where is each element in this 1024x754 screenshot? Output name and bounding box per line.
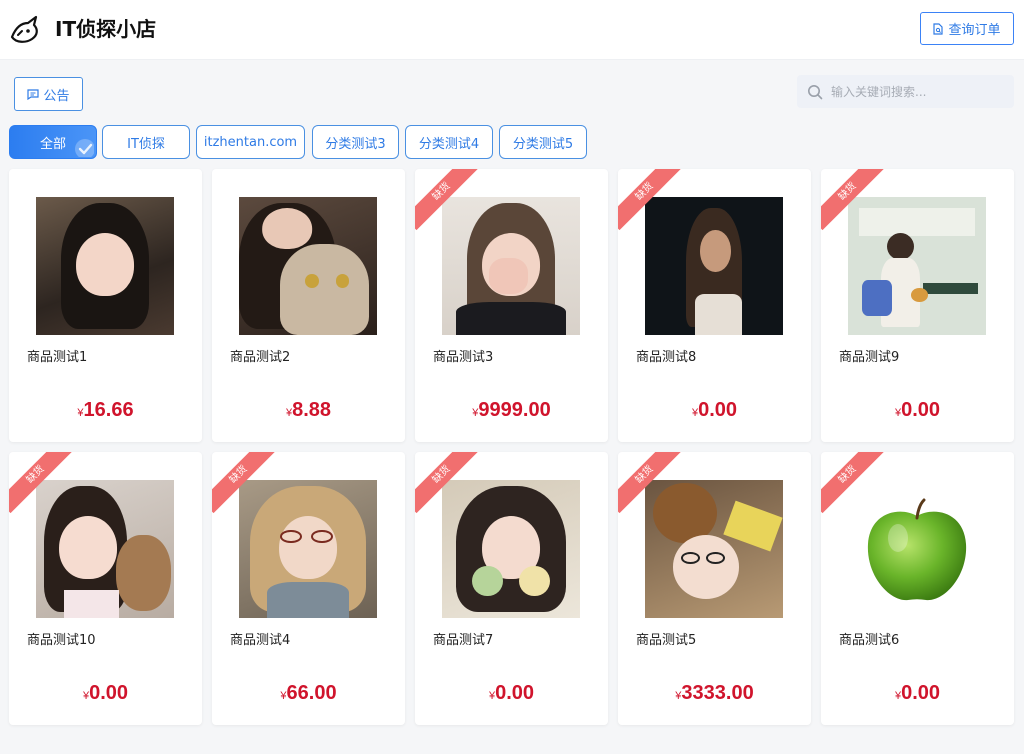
tab-label: 全部 xyxy=(39,136,66,152)
tab-label: itzhentan.com xyxy=(203,134,298,150)
top-header: IT侦探小店 查询订单 xyxy=(0,0,1024,60)
product-image xyxy=(36,480,174,618)
product-name: 商品测试5 xyxy=(636,633,697,648)
query-order-label: 查询订单 xyxy=(948,23,1001,38)
product-name: 商品测试7 xyxy=(433,633,494,648)
shop-title: IT侦探小店 xyxy=(55,17,157,41)
tab-label: 分类测试3 xyxy=(325,136,386,152)
product-name: 商品测试4 xyxy=(230,633,291,648)
query-order-button[interactable]: 查询订单 xyxy=(920,12,1014,45)
product-price: ¥66.00 xyxy=(280,682,337,704)
product-card[interactable]: 商品测试3 ¥9999.00 缺货 xyxy=(415,169,608,442)
product-card[interactable]: 商品测试7 ¥0.00 缺货 xyxy=(415,452,608,725)
product-price: ¥8.88 xyxy=(285,399,332,421)
product-card[interactable]: 商品测试5 ¥3333.00 缺货 xyxy=(618,452,811,725)
product-name: 商品测试1 xyxy=(27,350,88,365)
product-image xyxy=(36,197,174,335)
tab-label: 分类测试4 xyxy=(418,136,480,152)
product-name: 商品测试9 xyxy=(839,350,900,365)
product-card[interactable]: 商品测试10 ¥0.00 缺货 xyxy=(9,452,202,725)
product-name: 商品测试8 xyxy=(636,350,697,365)
product-price: ¥0.00 xyxy=(691,399,738,421)
product-image xyxy=(442,197,580,335)
product-card[interactable]: 商品测试6 ¥0.00 缺货 xyxy=(821,452,1014,725)
product-name: 商品测试2 xyxy=(230,350,291,365)
tab-label: 分类测试5 xyxy=(512,136,574,152)
product-name: 商品测试3 xyxy=(433,350,494,365)
check-icon xyxy=(75,139,94,157)
product-card[interactable]: 商品测试1 ¥16.66 xyxy=(9,169,202,442)
search-icon xyxy=(808,84,823,99)
product-card[interactable]: 商品测试4 ¥66.00 缺货 xyxy=(212,452,405,725)
document-search-icon xyxy=(933,22,944,35)
product-price: ¥16.66 xyxy=(77,399,134,421)
message-icon xyxy=(27,88,40,100)
tab-all[interactable]: 全部 xyxy=(9,125,97,159)
product-image xyxy=(239,197,377,335)
product-card[interactable]: 商品测试8 ¥0.00 缺货 xyxy=(618,169,811,442)
product-price: ¥0.00 xyxy=(894,399,941,421)
notice-label: 公告 xyxy=(43,88,70,104)
product-image xyxy=(239,480,377,618)
product-image xyxy=(848,197,986,335)
product-price: ¥3333.00 xyxy=(675,682,754,704)
product-name: 商品测试10 xyxy=(27,633,96,648)
product-image xyxy=(645,197,783,335)
logo-icon xyxy=(10,15,38,43)
apple-icon xyxy=(867,498,967,601)
tab-it-zhentan[interactable]: IT侦探 xyxy=(102,125,190,159)
tab-category-4[interactable]: 分类测试4 xyxy=(405,125,493,159)
tab-category-5[interactable]: 分类测试5 xyxy=(499,125,587,159)
product-price: ¥9999.00 xyxy=(472,399,551,421)
product-price: ¥0.00 xyxy=(894,682,941,704)
search-input[interactable] xyxy=(831,84,1001,99)
product-image xyxy=(848,480,986,618)
product-card[interactable]: 商品测试9 ¥0.00 缺货 xyxy=(821,169,1014,442)
search-box xyxy=(797,75,1014,108)
product-image xyxy=(645,480,783,618)
tab-label: IT侦探 xyxy=(127,136,165,152)
tab-itzhentan-com[interactable]: itzhentan.com xyxy=(196,125,305,159)
tab-category-3[interactable]: 分类测试3 xyxy=(312,125,399,159)
product-name: 商品测试6 xyxy=(839,633,900,648)
product-price: ¥0.00 xyxy=(488,682,535,704)
notice-button[interactable]: 公告 xyxy=(14,77,83,111)
product-card[interactable]: 商品测试2 ¥8.88 xyxy=(212,169,405,442)
product-price: ¥0.00 xyxy=(82,682,129,704)
product-image xyxy=(442,480,580,618)
